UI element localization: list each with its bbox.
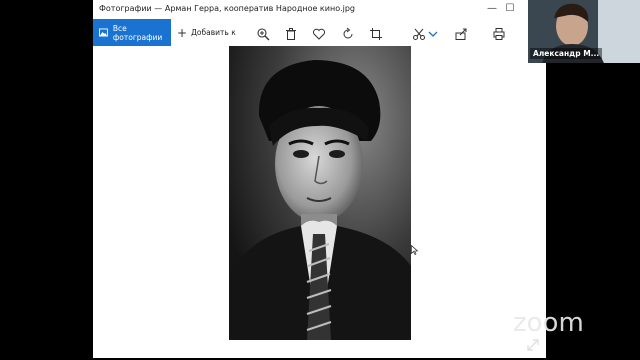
add-to-label: Добавить к: [191, 28, 236, 37]
minimize-button[interactable]: —: [484, 2, 500, 16]
share-button[interactable]: [454, 26, 468, 40]
all-photos-button[interactable]: Все фотографии: [93, 19, 171, 46]
edit-dropdown[interactable]: [426, 26, 440, 40]
delete-button[interactable]: [284, 26, 298, 40]
portrait-photo: [229, 46, 411, 340]
image-canvas: [93, 46, 546, 358]
photo-icon: [99, 28, 108, 37]
plus-icon: +: [177, 25, 188, 40]
rotate-icon: [343, 27, 353, 39]
favorite-button[interactable]: [312, 26, 326, 40]
add-to-button[interactable]: + Добавить к: [177, 19, 236, 46]
print-button[interactable]: [492, 26, 506, 40]
mouse-cursor-icon: [411, 245, 419, 255]
title-bar: Фотографии — Арман Герра, кооператив Нар…: [93, 0, 546, 19]
chevron-down-icon: [428, 31, 438, 37]
expand-icon[interactable]: [526, 338, 540, 352]
share-icon: [455, 28, 467, 40]
printer-icon: [493, 28, 505, 40]
toolbar: Все фотографии + Добавить к: [93, 19, 546, 46]
all-photos-label: Все фотографии: [112, 23, 163, 42]
participant-name-label: Александр М...: [530, 48, 603, 59]
trash-icon: [286, 28, 296, 40]
crop-icon: [370, 28, 382, 40]
maximize-button[interactable]: ☐: [502, 2, 518, 16]
scissors-icon: [413, 28, 425, 40]
edit-button[interactable]: [412, 26, 426, 40]
heart-icon: [312, 28, 326, 40]
rotate-button[interactable]: [341, 26, 355, 40]
window-title: Фотографии — Арман Герра, кооператив Нар…: [99, 4, 356, 13]
zoom-in-icon: [257, 28, 270, 41]
zoom-watermark-logo: zoom: [513, 308, 584, 338]
zoom-in-button[interactable]: [256, 26, 270, 41]
crop-button[interactable]: [369, 26, 383, 40]
photos-window: Фотографии — Арман Герра, кооператив Нар…: [93, 0, 546, 358]
